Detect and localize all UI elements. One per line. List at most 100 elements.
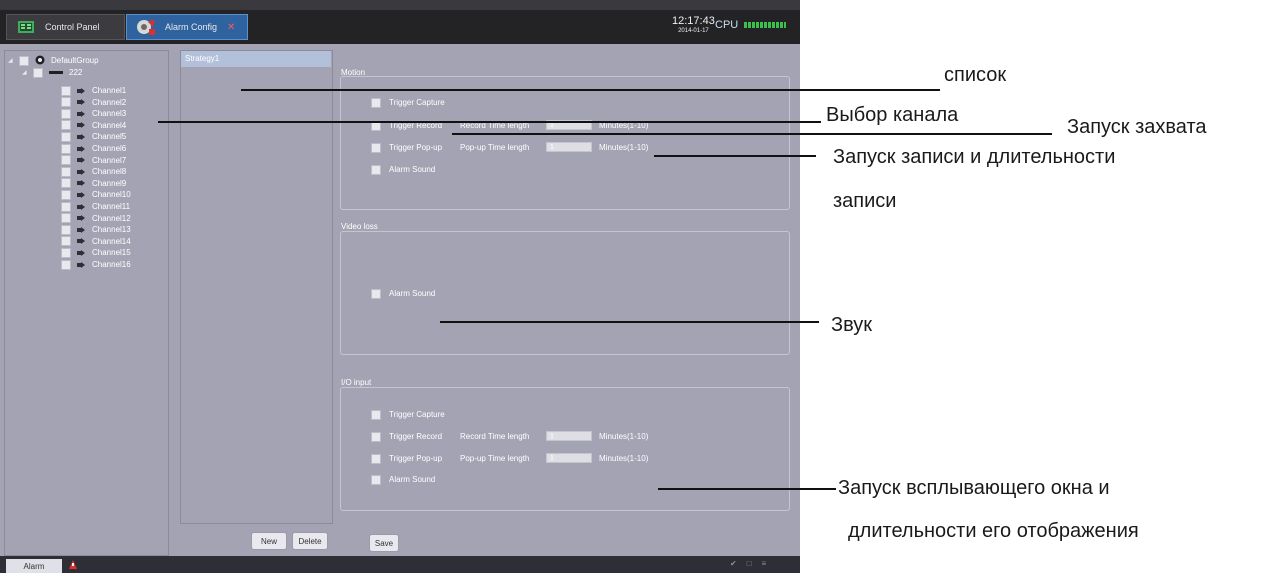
tree-row[interactable]: ◢ 222 <box>22 67 82 78</box>
clock-date: 2014-01-17 <box>678 28 709 34</box>
tree-row[interactable]: Channel15 <box>61 247 131 258</box>
checkbox[interactable] <box>61 85 71 96</box>
checkbox[interactable] <box>371 474 381 485</box>
camera-icon <box>77 191 85 198</box>
tab-control-panel[interactable]: Control Panel <box>6 14 125 40</box>
tree-channel-label: Channel3 <box>92 109 127 119</box>
checkbox[interactable] <box>61 178 71 189</box>
camera-icon <box>77 110 85 117</box>
checkbox[interactable] <box>61 155 71 166</box>
io-popup-time-input[interactable]: 1 <box>546 453 592 463</box>
top-strip <box>0 0 800 10</box>
tree-channel-label: Channel16 <box>92 260 131 269</box>
checkbox[interactable] <box>371 288 381 299</box>
checkbox[interactable] <box>371 97 381 108</box>
tree-row[interactable]: Channel8 <box>61 166 126 177</box>
camera-icon <box>77 122 85 129</box>
tree-row[interactable]: Channel9 <box>61 178 126 189</box>
window-icon[interactable]: □ <box>747 559 762 568</box>
video-loss-alarm-sound[interactable]: Alarm Sound <box>371 288 435 299</box>
checkbox[interactable] <box>33 67 43 78</box>
tree-row[interactable]: Channel10 <box>61 189 131 200</box>
checkbox[interactable] <box>61 259 71 270</box>
option-label: Trigger Pop-up <box>389 143 443 152</box>
tree-channel-label: Channel11 <box>92 202 131 211</box>
checkbox[interactable] <box>61 213 71 224</box>
close-icon[interactable]: ✕ <box>227 22 235 33</box>
checkbox[interactable] <box>61 143 71 154</box>
checkbox[interactable] <box>371 164 381 175</box>
tree-row[interactable]: ◢ DefaultGroup <box>8 55 99 66</box>
new-button[interactable]: New <box>251 532 287 550</box>
annotation-line-sound <box>440 321 819 323</box>
tree-row[interactable]: Channel13 <box>61 224 131 235</box>
tab-alarm-config[interactable]: Alarm Config ✕ <box>126 14 248 40</box>
io-popup-time-label: Pop-up Time length <box>460 454 530 463</box>
checkbox[interactable] <box>61 236 71 247</box>
io-alarm-sound[interactable]: Alarm Sound <box>371 474 435 485</box>
tree-channel-label: Channel1 <box>92 86 127 95</box>
camera-icon <box>77 203 85 210</box>
tree-row[interactable]: Channel12 <box>61 213 131 224</box>
camera-icon <box>77 157 85 164</box>
motion-alarm-sound[interactable]: Alarm Sound <box>371 164 435 175</box>
tree-row[interactable]: Channel5 <box>61 131 126 142</box>
option-label: Trigger Capture <box>389 98 445 107</box>
checkbox[interactable] <box>61 189 71 200</box>
checkbox[interactable] <box>61 120 71 131</box>
io-record-time-label: Record Time length <box>460 432 530 441</box>
cpu-label: CPU <box>715 19 739 31</box>
menu-icon[interactable]: ≡ <box>762 559 777 568</box>
camera-icon <box>77 261 85 268</box>
video-loss-title: Video loss <box>341 222 378 231</box>
checkbox[interactable] <box>371 409 381 420</box>
tree-row[interactable]: Channel4 <box>61 120 126 131</box>
delete-button[interactable]: Delete <box>292 532 328 550</box>
motion-popup-minutes: Minutes(1-10) <box>599 143 649 152</box>
checkbox[interactable] <box>371 453 381 464</box>
checkbox[interactable] <box>61 201 71 212</box>
checkbox[interactable] <box>371 142 381 153</box>
checkbox[interactable] <box>371 431 381 442</box>
io-record-minutes: Minutes(1-10) <box>599 432 649 441</box>
motion-trigger-popup[interactable]: Trigger Pop-up <box>371 142 442 153</box>
tree-row[interactable]: Channel16 <box>61 259 131 270</box>
annotation-line-record <box>654 155 816 157</box>
tree-row[interactable]: Channel6 <box>61 143 126 154</box>
checkbox[interactable] <box>61 131 71 142</box>
camera-icon <box>77 249 85 256</box>
io-record-time-input[interactable]: 1 <box>546 431 592 441</box>
checkbox[interactable] <box>61 224 71 235</box>
pin-icon[interactable]: ✔ <box>730 559 747 568</box>
motion-popup-time-input[interactable]: 1 <box>546 142 592 152</box>
checkbox[interactable] <box>19 55 29 66</box>
annotation-capture: Запуск захвата <box>1067 116 1207 138</box>
motion-popup-time-label: Pop-up Time length <box>460 143 530 152</box>
tree-row[interactable]: Channel2 <box>61 97 126 108</box>
status-tab-alarm[interactable]: Alarm <box>6 559 62 573</box>
tree-channel-label: Channel12 <box>92 213 131 223</box>
io-trigger-record[interactable]: Trigger Record <box>371 431 442 442</box>
tree-channel-label: Channel13 <box>92 225 131 235</box>
motion-trigger-capture[interactable]: Trigger Capture <box>371 97 445 108</box>
expand-arrow-icon[interactable]: ◢ <box>22 69 27 76</box>
checkbox[interactable] <box>61 166 71 177</box>
checkbox[interactable] <box>61 247 71 258</box>
tree-row[interactable]: Channel3 <box>61 108 126 119</box>
checkbox[interactable] <box>61 108 71 119</box>
clock: 12:17:43 2014-01-17 <box>672 16 715 36</box>
expand-arrow-icon[interactable]: ◢ <box>8 57 13 64</box>
checkbox[interactable] <box>61 97 71 108</box>
tree-row[interactable]: Channel14 <box>61 236 131 247</box>
io-trigger-capture[interactable]: Trigger Capture <box>371 409 445 420</box>
tree-row[interactable]: Channel1 <box>61 85 126 96</box>
tree-channel-label: Channel4 <box>92 120 127 130</box>
tree-row[interactable]: Channel7 <box>61 155 126 166</box>
io-trigger-popup[interactable]: Trigger Pop-up <box>371 453 442 464</box>
tree-channel-label: Channel5 <box>92 132 127 142</box>
strategy-list-item[interactable]: Strategy1 <box>181 51 331 67</box>
camera-icon <box>77 168 85 175</box>
tree-channel-label: Channel8 <box>92 167 127 177</box>
save-button[interactable]: Save <box>369 534 399 552</box>
tree-row[interactable]: Channel11 <box>61 201 130 212</box>
